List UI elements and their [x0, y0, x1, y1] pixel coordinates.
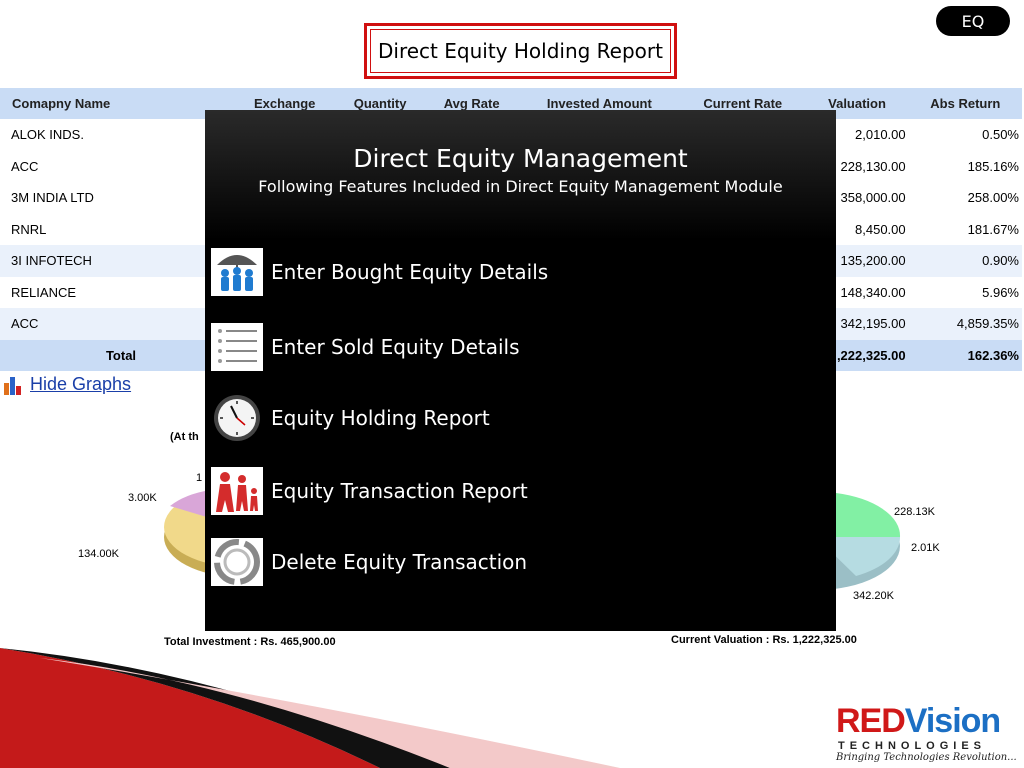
cell-company: ACC	[11, 158, 39, 174]
overlay-subtitle: Following Features Included in Direct Eq…	[258, 177, 783, 196]
feature-bought-equity[interactable]: Enter Bought Equity Details	[211, 248, 548, 296]
pie-label: 2.01K	[911, 542, 940, 554]
investment-pie-chart	[164, 490, 210, 574]
cell-company: ACC	[0, 308, 234, 340]
feature-label: Delete Equity Transaction	[271, 550, 528, 574]
cell-abs-return: 258.00%	[967, 190, 1019, 206]
redvision-logo: REDVision TECHNOLOGIES Bringing Technolo…	[836, 702, 1018, 764]
logo-vision-text: Vision	[904, 702, 1001, 740]
hide-graphs-link[interactable]: Hide Graphs	[4, 374, 131, 395]
bar-chart-icon	[4, 375, 26, 395]
list-icon	[211, 323, 263, 371]
pie-label: 342.20K	[853, 590, 894, 602]
feature-sold-equity[interactable]: Enter Sold Equity Details	[211, 323, 520, 371]
cell-abs-return: 185.16%	[967, 158, 1019, 174]
logo-technologies-text: TECHNOLOGIES	[838, 740, 987, 752]
col-company-name: Comapny Name	[0, 88, 234, 119]
cell-company: ALOK INDS.	[11, 127, 84, 143]
report-title: Direct Equity Holding Report	[378, 39, 663, 63]
eq-badge[interactable]: EQ	[936, 6, 1010, 36]
valuation-pie-chart	[836, 493, 901, 589]
feature-label: Equity Holding Report	[271, 406, 490, 430]
cell-abs-return: 0.50%	[982, 127, 1019, 143]
overlay-title: Direct Equity Management	[353, 144, 688, 173]
cell-abs-return: 5.96%	[982, 284, 1019, 300]
chart-caption: (At th	[170, 431, 199, 443]
cell-company: 3I INFOTECH	[0, 245, 234, 277]
total-abs-return: 162.36%	[908, 339, 1022, 371]
cell-abs-return: 4,859.35%	[908, 308, 1022, 340]
hide-graphs-label: Hide Graphs	[30, 374, 132, 394]
pie-label: 1	[196, 472, 203, 484]
cell-company: RELIANCE	[11, 284, 77, 300]
feature-label: Equity Transaction Report	[271, 479, 528, 503]
feature-delete-transaction[interactable]: Delete Equity Transaction	[211, 538, 527, 586]
feature-label: Enter Sold Equity Details	[271, 335, 520, 359]
logo-red-text: RED	[836, 702, 906, 740]
cell-company: 3M INDIA LTD	[11, 190, 94, 206]
feature-overlay: Direct Equity Management Following Featu…	[205, 110, 836, 631]
logo-tagline: Bringing Technologies Revolution...	[836, 752, 1017, 763]
feature-label: Enter Bought Equity Details	[271, 260, 549, 284]
pie-label: 3.00K	[128, 492, 157, 504]
cell-abs-return: 0.90%	[908, 245, 1022, 277]
feature-holding-report[interactable]: Equity Holding Report	[211, 394, 490, 442]
pie-label: 134.00K	[78, 548, 119, 560]
report-title-box: Direct Equity Holding Report	[364, 23, 677, 79]
pie-right-slice-green	[836, 493, 901, 537]
total-label: Total	[0, 339, 234, 371]
cell-abs-return: 181.67%	[967, 221, 1019, 237]
recycle-icon	[211, 538, 263, 586]
feature-transaction-report[interactable]: Equity Transaction Report	[211, 467, 528, 515]
people-umbrella-icon	[211, 248, 263, 296]
family-icon	[211, 467, 263, 515]
pie-label: 228.13K	[894, 506, 935, 518]
cell-company: RNRL	[11, 221, 47, 237]
clock-icon	[211, 394, 263, 442]
col-abs-return: Abs Return	[908, 88, 1022, 119]
